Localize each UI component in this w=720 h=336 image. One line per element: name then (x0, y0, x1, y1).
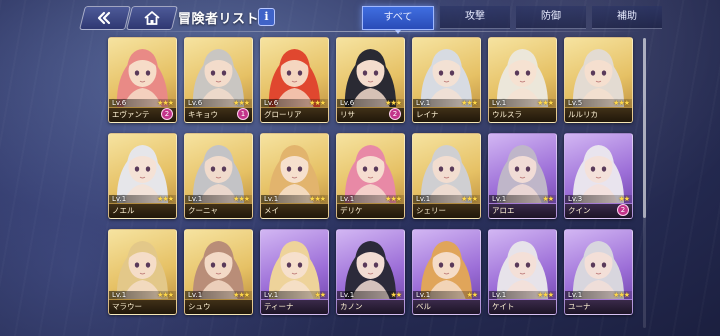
tab-defense[interactable]: 防御 (516, 6, 586, 29)
adventurer-name: キキョウ (188, 110, 218, 119)
awaken-badge: 2 (161, 108, 173, 120)
tab-support[interactable]: 補助 (592, 6, 662, 29)
adventurer-name: ユーナ (568, 302, 591, 311)
portrait-image (192, 241, 245, 300)
portrait-image (116, 49, 169, 108)
adventurer-card[interactable]: Lv.1 ★★★ マラウー (108, 229, 177, 315)
adventurer-card[interactable]: Lv.1 ★★★ ノエル (108, 133, 177, 219)
portrait-image (268, 145, 321, 204)
adventurer-card[interactable]: Lv.1 ★★ ベル (412, 229, 481, 315)
adventurer-card[interactable]: Lv.3 ★★ クイン 2 (564, 133, 633, 219)
adventurer-card[interactable]: Lv.1 ★★ アロエ (488, 133, 557, 219)
scrollbar-thumb[interactable] (643, 38, 646, 218)
page-title: 冒険者リスト (178, 12, 260, 27)
adventurer-name: ティーナ (264, 302, 294, 311)
portrait-image (572, 49, 625, 108)
filter-tabs: すべて 攻撃 防御 補助 (362, 6, 668, 34)
adventurer-name: シュウ (188, 302, 211, 311)
adventurer-card[interactable]: Lv.5 ★★★ ルルリカ (564, 37, 633, 123)
adventurer-card[interactable]: Lv.6 ★★★ グローリア (260, 37, 329, 123)
portrait-image (268, 49, 321, 108)
awaken-badge: 2 (617, 204, 629, 216)
portrait-image (344, 241, 397, 300)
portrait-image (420, 145, 473, 204)
portrait-image (496, 241, 549, 300)
adventurer-card[interactable]: Lv.1 ★★★ シェリー (412, 133, 481, 219)
adventurer-card[interactable]: Lv.6 ★★★ リサ 2 (336, 37, 405, 123)
portrait-image (344, 49, 397, 108)
home-button[interactable] (126, 6, 178, 30)
adventurer-name: ノエル (112, 206, 135, 215)
adventurer-card[interactable]: Lv.1 ★★★ レイナ (412, 37, 481, 123)
adventurer-card[interactable]: Lv.1 ★★★ デリケ (336, 133, 405, 219)
adventurer-name: アロエ (492, 206, 515, 215)
adventurer-card[interactable]: Lv.1 ★★ カノン (336, 229, 405, 315)
tab-attack[interactable]: 攻撃 (440, 6, 510, 29)
adventurer-name: レイナ (416, 110, 439, 119)
adventurer-card[interactable]: Lv.1 ★★★ ユーナ (564, 229, 633, 315)
portrait-image (420, 241, 473, 300)
adventurer-card[interactable]: Lv.1 ★★★ シュウ (184, 229, 253, 315)
portrait-image (572, 145, 625, 204)
adventurer-name: リサ (340, 110, 355, 119)
adventurer-name: マラウー (112, 302, 142, 311)
adventurer-card[interactable]: Lv.1 ★★ ティーナ (260, 229, 329, 315)
portrait-image (420, 49, 473, 108)
awaken-badge: 1 (237, 108, 249, 120)
back-arrow-icon (97, 11, 111, 25)
adventurer-name: デリケ (340, 206, 363, 215)
adventurer-name: エヴァンテ (112, 110, 150, 119)
info-button[interactable]: i (258, 8, 275, 26)
adventurer-name: クイン (568, 206, 591, 215)
adventurer-name: カノン (340, 302, 363, 311)
adventurer-name: ケイト (492, 302, 515, 311)
portrait-image (496, 145, 549, 204)
portrait-image (496, 49, 549, 108)
back-button[interactable] (79, 6, 131, 30)
adventurer-card[interactable]: Lv.1 ★★★ クーニャ (184, 133, 253, 219)
adventurer-name: ウルスラ (492, 110, 522, 119)
adventurer-name: ベル (416, 302, 431, 311)
adventurer-name: メイ (264, 206, 279, 215)
tab-all[interactable]: すべて (362, 6, 434, 34)
header-divider (102, 31, 642, 32)
adventurer-card[interactable]: Lv.6 ★★★ エヴァンテ 2 (108, 37, 177, 123)
home-icon (144, 11, 160, 25)
adventurer-card[interactable]: Lv.1 ★★★ メイ (260, 133, 329, 219)
portrait-image (192, 145, 245, 204)
portrait-image (268, 241, 321, 300)
adventurer-card[interactable]: Lv.6 ★★★ キキョウ 1 (184, 37, 253, 123)
scrollbar[interactable] (643, 38, 646, 328)
adventurer-grid: Lv.6 ★★★ エヴァンテ 2 Lv.6 ★★★ キキョウ 1 Lv.6 ★★★ グローリア Lv.… (108, 37, 640, 315)
top-bar: 冒険者リスト i すべて 攻撃 防御 補助 (0, 0, 720, 34)
portrait-image (116, 145, 169, 204)
adventurer-card[interactable]: Lv.1 ★★★ ケイト (488, 229, 557, 315)
adventurer-name: ルルリカ (568, 110, 598, 119)
adventurer-name: クーニャ (188, 206, 218, 215)
portrait-image (116, 241, 169, 300)
adventurer-name: シェリー (416, 206, 446, 215)
portrait-image (572, 241, 625, 300)
adventurer-name: グローリア (264, 110, 302, 119)
awaken-badge: 2 (389, 108, 401, 120)
portrait-image (192, 49, 245, 108)
adventurer-card[interactable]: Lv.1 ★★★ ウルスラ (488, 37, 557, 123)
portrait-image (344, 145, 397, 204)
